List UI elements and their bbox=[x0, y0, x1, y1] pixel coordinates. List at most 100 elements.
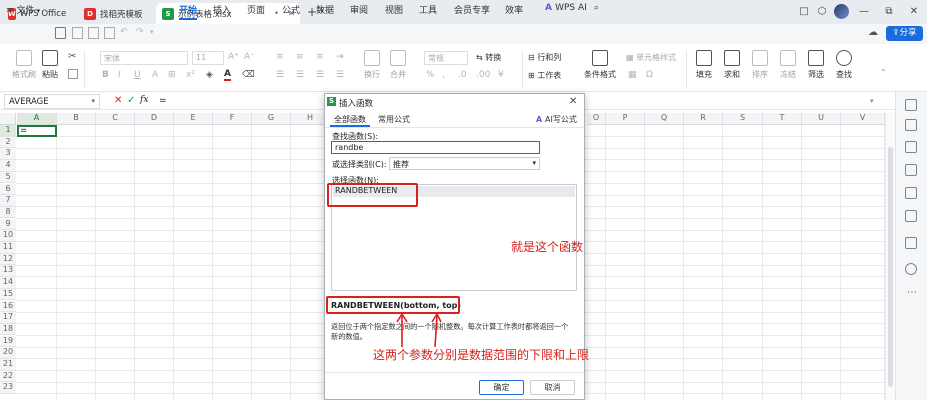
select-tool-icon[interactable] bbox=[905, 119, 917, 131]
number-format-select[interactable]: 常规 bbox=[424, 51, 468, 65]
fill-button[interactable]: 填充 bbox=[696, 50, 712, 80]
row-header-23[interactable]: 23 bbox=[0, 382, 16, 394]
ok-button[interactable]: 确定 bbox=[479, 380, 524, 395]
column-header-t[interactable]: T bbox=[763, 113, 802, 125]
cell-style-button[interactable]: ▦ 单元格样式 bbox=[626, 52, 676, 63]
panel-collapse-icon[interactable] bbox=[905, 99, 917, 111]
row-header-2[interactable]: 2 bbox=[0, 136, 16, 149]
justify-icon[interactable]: ☰ bbox=[336, 70, 344, 80]
decrease-decimal-icon[interactable]: .00 bbox=[476, 70, 490, 80]
paste-button[interactable]: 粘贴 bbox=[42, 50, 58, 80]
tab-dot-icon[interactable]: • bbox=[274, 9, 279, 19]
superscript-icon[interactable]: x² bbox=[186, 70, 195, 80]
row-header-7[interactable]: 7 bbox=[0, 195, 16, 207]
row-col-button[interactable]: ⊟ 行和列 bbox=[528, 52, 561, 63]
cut-icon[interactable]: ✂ bbox=[68, 51, 76, 62]
percent-icon[interactable]: % bbox=[426, 70, 435, 80]
row-header-4[interactable]: 4 bbox=[0, 160, 16, 172]
fx-icon[interactable]: fx bbox=[140, 95, 148, 105]
table-style-icon[interactable]: ▦ bbox=[628, 70, 637, 80]
font-shrink-icon[interactable]: A⁻ bbox=[244, 52, 255, 62]
column-header-g[interactable]: G bbox=[252, 113, 291, 125]
redo-icon[interactable]: ↷ bbox=[136, 27, 144, 37]
name-box[interactable]: AVERAGE ▾ bbox=[4, 94, 100, 109]
close-window-icon[interactable]: ✕ bbox=[906, 3, 922, 19]
vertical-scrollbar[interactable] bbox=[885, 113, 895, 400]
row-header-12[interactable]: 12 bbox=[0, 253, 16, 266]
column-header-d[interactable]: D bbox=[135, 113, 174, 125]
filter-button[interactable]: 筛选 bbox=[808, 50, 824, 80]
save-icon[interactable] bbox=[55, 27, 66, 39]
menu-page[interactable]: 页面 bbox=[247, 3, 265, 17]
style-icon[interactable] bbox=[905, 164, 917, 176]
column-header-q[interactable]: Q bbox=[645, 113, 684, 125]
backup-icon[interactable] bbox=[905, 187, 917, 199]
menu-home[interactable]: 开始 bbox=[179, 3, 198, 20]
collab-icon[interactable] bbox=[905, 237, 917, 249]
cancel-formula-icon[interactable]: ✕ bbox=[114, 95, 122, 106]
indent-icon[interactable]: ⇥ bbox=[336, 52, 344, 62]
ai-formula-link[interactable]: A AI写公式 bbox=[536, 114, 577, 125]
row-header-19[interactable]: 19 bbox=[0, 335, 16, 348]
align-bottom-icon[interactable]: ≡ bbox=[316, 52, 324, 62]
column-header-v[interactable]: V bbox=[841, 113, 885, 125]
symbol-icon[interactable]: Ω bbox=[646, 70, 653, 80]
cloud-sync-icon[interactable]: ☁ bbox=[868, 27, 878, 38]
merge-button[interactable]: 合并 bbox=[390, 50, 406, 80]
minimize-icon[interactable]: — bbox=[856, 3, 872, 19]
print-icon[interactable] bbox=[88, 27, 99, 39]
select-all-corner[interactable] bbox=[0, 113, 16, 125]
cond-format-button[interactable]: 条件格式 bbox=[584, 50, 616, 80]
formula-input[interactable]: = bbox=[159, 96, 167, 106]
undo-icon[interactable]: ↶ bbox=[120, 27, 128, 37]
function-search-input[interactable]: randbe bbox=[331, 141, 540, 154]
scrollbar-thumb[interactable] bbox=[888, 147, 893, 387]
menu-tools[interactable]: 工具 bbox=[419, 3, 437, 17]
strikethrough-icon[interactable]: A bbox=[152, 70, 158, 80]
window-mode-icon[interactable]: □ bbox=[796, 3, 812, 19]
menu-view[interactable]: 视图 bbox=[385, 3, 403, 17]
freeze-button[interactable]: 冻结 bbox=[780, 50, 796, 80]
font-grow-icon[interactable]: A⁺ bbox=[228, 52, 239, 62]
dialog-close-icon[interactable]: ✕ bbox=[569, 96, 577, 107]
menu-file[interactable]: ≡ 文件 ▾ bbox=[6, 3, 40, 17]
more-icon[interactable]: ⋯ bbox=[907, 287, 917, 298]
export-pdf-icon[interactable] bbox=[72, 27, 83, 39]
align-top-icon[interactable]: ≡ bbox=[276, 52, 284, 62]
underline-icon[interactable]: U bbox=[134, 70, 141, 80]
find-button[interactable]: 查找 bbox=[836, 50, 852, 80]
currency-icon[interactable]: ¥ bbox=[498, 70, 504, 80]
column-header-u[interactable]: U bbox=[802, 113, 841, 125]
menu-efficiency[interactable]: 效率 bbox=[505, 3, 523, 17]
column-header-s[interactable]: S bbox=[723, 113, 763, 125]
row-header-14[interactable]: 14 bbox=[0, 277, 16, 289]
ribbon-collapse-icon[interactable]: ⌃ bbox=[880, 68, 887, 77]
sum-button[interactable]: 求和 bbox=[724, 50, 740, 80]
row-header-17[interactable]: 17 bbox=[0, 312, 16, 324]
border-icon[interactable]: ⊞ bbox=[168, 70, 176, 80]
row-header-15[interactable]: 15 bbox=[0, 288, 16, 301]
tab-common-formulas[interactable]: 常用公式 bbox=[376, 114, 412, 127]
column-header-o[interactable]: O bbox=[587, 113, 606, 125]
skin-icon[interactable]: ⬡ bbox=[814, 3, 830, 19]
row-header-3[interactable]: 3 bbox=[0, 148, 16, 160]
menu-member[interactable]: 会员专享 bbox=[454, 3, 490, 17]
row-header-21[interactable]: 21 bbox=[0, 359, 16, 371]
column-header-p[interactable]: P bbox=[606, 113, 645, 125]
row-header-18[interactable]: 18 bbox=[0, 323, 16, 336]
clear-format-icon[interactable]: ⌫ bbox=[242, 70, 255, 80]
row-header-10[interactable]: 10 bbox=[0, 230, 16, 242]
tools-icon[interactable] bbox=[905, 210, 917, 222]
category-select[interactable]: 推荐 ▾ bbox=[389, 157, 540, 170]
cancel-button[interactable]: 取消 bbox=[530, 380, 575, 395]
row-header-20[interactable]: 20 bbox=[0, 347, 16, 359]
column-header-b[interactable]: B bbox=[57, 113, 96, 125]
confirm-formula-icon[interactable]: ✓ bbox=[127, 95, 135, 106]
row-header-9[interactable]: 9 bbox=[0, 218, 16, 231]
row-header-6[interactable]: 6 bbox=[0, 183, 16, 196]
cell-a1[interactable]: = bbox=[17, 125, 57, 137]
column-header-r[interactable]: R bbox=[684, 113, 723, 125]
row-header-5[interactable]: 5 bbox=[0, 171, 16, 184]
sort-button[interactable]: 排序 bbox=[752, 50, 768, 80]
help-icon[interactable] bbox=[905, 263, 917, 275]
